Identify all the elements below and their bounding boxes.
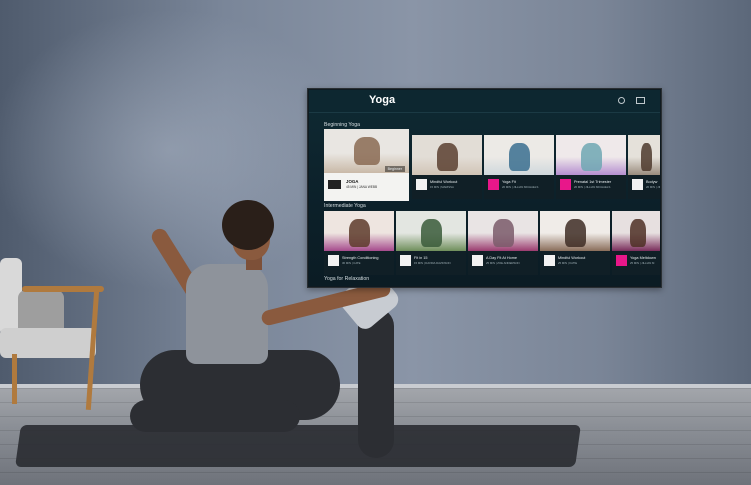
provider-logo <box>560 179 571 190</box>
instructor-figure <box>421 219 442 247</box>
video-card[interactable]: Beginner JOGA 45 MIN | JANA WEBB <box>324 129 409 201</box>
provider-logo <box>400 255 411 266</box>
provider-logo <box>416 179 427 190</box>
level-badge: Beginner <box>384 166 405 172</box>
video-title: Yoga Fit <box>502 180 516 184</box>
instructor-figure <box>349 219 370 247</box>
video-title: A Day Fit At Home <box>486 256 518 260</box>
content-row-intermediate: Strength Conditioning 30 MIN | CATE Fit in… <box>324 211 660 275</box>
provider-logo <box>472 255 483 266</box>
video-thumbnail <box>412 135 482 175</box>
video-meta: 20 MIN | JILLIAN MICHAELS <box>502 185 539 189</box>
instructor-figure <box>437 143 458 171</box>
video-title: Yoga Meltdown <box>630 256 656 260</box>
video-meta: 30 MIN | CATE <box>342 261 361 265</box>
instructor-figure <box>630 219 646 247</box>
video-title: Prenatal 1st Trimester <box>574 180 612 184</box>
video-title: Strength Conditioning <box>342 256 379 260</box>
section-title-intermediate: Intermediate Yoga <box>324 203 366 209</box>
provider-logo <box>632 179 643 190</box>
provider-logo <box>328 255 339 266</box>
video-title: JOGA <box>346 179 359 184</box>
video-title: Bodyw <box>646 180 658 184</box>
provider-logo <box>328 180 341 189</box>
wall-tv: Yoga Beginning Yoga Beginner JOGA 45 MIN |… <box>307 88 662 288</box>
tv-screen: Yoga Beginning Yoga Beginner JOGA 45 MIN |… <box>309 90 660 286</box>
video-card[interactable]: Fit in 15 15 MIN | DAVIDA DAVIDSON <box>396 211 466 275</box>
video-meta: 20 MIN | JILLIAN M <box>646 185 660 189</box>
video-thumbnail <box>628 135 660 175</box>
video-meta: 15 MIN | MARISSA <box>430 185 454 189</box>
instructor-figure <box>354 137 380 165</box>
cast-icon[interactable] <box>636 97 645 104</box>
user-icon[interactable] <box>618 97 625 104</box>
video-meta: 25 MIN | JILLIAN M <box>630 261 655 265</box>
section-title-beginning: Beginning Yoga <box>324 122 361 128</box>
video-title: Fit in 15 <box>414 256 428 260</box>
section-title-relaxation: Yoga for Relaxation <box>324 276 370 282</box>
video-thumbnail <box>468 211 538 251</box>
video-thumbnail <box>324 211 394 251</box>
sports-top <box>186 264 268 364</box>
video-thumbnail <box>396 211 466 251</box>
provider-logo <box>488 179 499 190</box>
video-thumbnail <box>556 135 626 175</box>
video-meta: 20 MIN | JILLIAN MICHAELS <box>574 185 611 189</box>
video-card[interactable]: A Day Fit At Home 25 MIN | ZOE ANDERSON <box>468 211 538 275</box>
video-card[interactable]: Bodyw20 MIN | JILLIAN M <box>628 135 660 199</box>
app-title: Yoga <box>369 94 396 106</box>
video-thumbnail <box>484 135 554 175</box>
video-card[interactable]: Mindful Workout 15 MIN | MARISSA <box>412 135 482 199</box>
video-card[interactable]: Strength Conditioning 30 MIN | CATE <box>324 211 394 275</box>
video-thumbnail <box>612 211 660 251</box>
provider-logo <box>544 255 555 266</box>
content-row-beginning: Beginner JOGA 45 MIN | JANA WEBB Mindful Wo… <box>324 129 660 201</box>
armchair <box>0 250 110 411</box>
video-thumbnail <box>540 211 610 251</box>
instructor-figure <box>565 219 586 247</box>
video-meta: 25 MIN | ZOE ANDERSON <box>486 261 520 265</box>
video-card[interactable]: Yoga Meltdown 25 MIN | JILLIAN M <box>612 211 660 275</box>
video-meta: 25 MIN | KATIE <box>558 261 578 265</box>
video-card[interactable]: Prenatal 1st Trimester 20 MIN | JILLIAN M… <box>556 135 626 199</box>
video-title: Mindful Workout <box>430 180 458 184</box>
instructor-figure <box>509 143 530 171</box>
instructor-figure <box>641 143 652 171</box>
video-meta: 45 MIN | JANA WEBB <box>346 185 378 189</box>
video-card[interactable]: Mindful Workout 25 MIN | KATIE <box>540 211 610 275</box>
video-title: Mindful Workout <box>558 256 586 260</box>
app-header: Yoga <box>309 90 660 113</box>
provider-logo <box>616 255 627 266</box>
instructor-figure <box>493 219 514 247</box>
video-meta: 15 MIN | DAVIDA DAVIDSON <box>414 261 451 265</box>
instructor-figure <box>581 143 602 171</box>
video-card[interactable]: Yoga Fit 20 MIN | JILLIAN MICHAELS <box>484 135 554 199</box>
